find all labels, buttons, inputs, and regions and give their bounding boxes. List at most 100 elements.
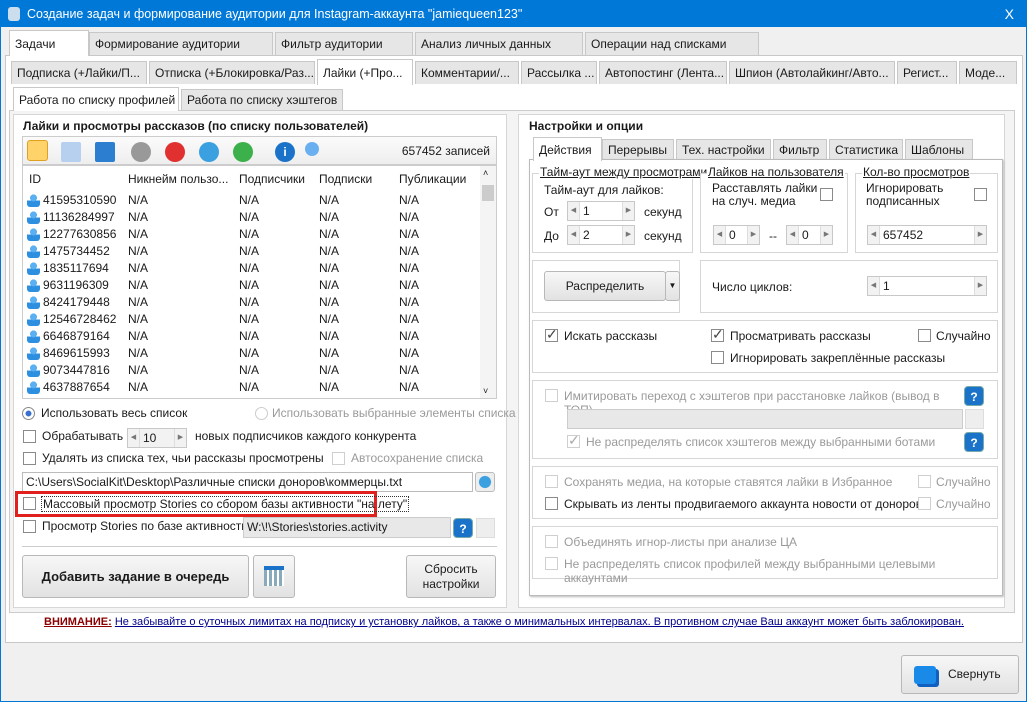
browse-icon[interactable] — [476, 518, 495, 538]
table-row[interactable]: 8424179448 N/A N/A N/A N/A — [23, 294, 483, 311]
help-icon[interactable]: ? — [453, 518, 473, 538]
no-distribute-profiles-checkbox[interactable] — [545, 557, 558, 570]
column-header[interactable]: Публикации — [399, 166, 466, 192]
sub-tab-1[interactable]: Отписка (+Блокировка/Раз... — [149, 61, 315, 84]
column-header[interactable]: Никнейм пользо... — [128, 166, 228, 192]
reload-list-icon[interactable] — [475, 472, 495, 492]
refresh-icon[interactable] — [199, 142, 219, 162]
mode-tab-1[interactable]: Работа по списку хэштегов — [181, 89, 343, 110]
hide-feed-checkbox[interactable] — [545, 497, 558, 510]
search-icon[interactable] — [305, 142, 319, 156]
reset-settings-button[interactable]: Сбросить настройки — [406, 555, 496, 598]
remove-viewed-checkbox[interactable] — [23, 452, 36, 465]
radio-use-selected[interactable] — [255, 407, 268, 420]
table-row[interactable]: 8469615993 N/A N/A N/A N/A — [23, 345, 483, 362]
check-icon[interactable] — [131, 142, 151, 162]
distribute-dropdown[interactable]: ▼ — [665, 271, 680, 301]
random-media-checkbox[interactable] — [820, 188, 833, 201]
table-row[interactable]: 9631196309 N/A N/A N/A N/A — [23, 277, 483, 294]
autosave-checkbox[interactable] — [332, 452, 345, 465]
timeout-to-stepper[interactable]: ◀ 2 ▶ — [567, 225, 635, 245]
table-row[interactable]: 6646879164 N/A N/A N/A N/A — [23, 328, 483, 345]
table-row[interactable]: 11136284997 N/A N/A N/A N/A — [23, 209, 483, 226]
table-row[interactable]: 9073447816 N/A N/A N/A N/A — [23, 362, 483, 379]
column-header[interactable]: Подписчики — [239, 166, 305, 192]
main-tab-0[interactable]: Задачи — [9, 30, 89, 56]
settings-tab-3[interactable]: Фильтр — [773, 139, 827, 160]
open-list-icon[interactable] — [61, 142, 81, 162]
table-row[interactable]: 1835117694 N/A N/A N/A N/A — [23, 260, 483, 277]
sub-tab-8[interactable]: Моде... — [959, 61, 1017, 84]
settings-tab-0[interactable]: Действия — [533, 137, 602, 161]
minimize-button[interactable]: Свернуть — [901, 655, 1019, 694]
activity-path-input[interactable]: W:\!\Stories\stories.activity — [243, 517, 451, 538]
ignore-subscribed-label: Игнорировать подписанных — [866, 181, 944, 208]
mode-tab-0[interactable]: Работа по списку профилей — [13, 87, 179, 111]
process-checkbox[interactable] — [23, 430, 36, 443]
sub-tab-5[interactable]: Автопостинг (Лента... — [599, 61, 727, 84]
view-stories-checkbox[interactable] — [711, 326, 724, 343]
ignore-pinned-checkbox[interactable] — [711, 351, 724, 364]
timeout-from-stepper[interactable]: ◀ 1 ▶ — [567, 201, 635, 221]
help-icon[interactable]: ? — [964, 386, 984, 406]
close-button[interactable]: X — [1005, 1, 1014, 27]
main-tab-3[interactable]: Анализ личных данных — [415, 32, 583, 55]
radio-use-all[interactable] — [22, 407, 35, 420]
sub-tab-7[interactable]: Регист... — [897, 61, 957, 84]
save-media-checkbox[interactable] — [545, 475, 558, 488]
table-row[interactable]: 1475734452 N/A N/A N/A N/A — [23, 243, 483, 260]
views-count-stepper[interactable]: ◀ 657452 ▶ — [867, 225, 987, 245]
settings-tab-4[interactable]: Статистика — [829, 139, 903, 160]
table-cell: N/A — [399, 380, 420, 394]
main-tab-2[interactable]: Фильтр аудитории — [275, 32, 413, 55]
info-icon[interactable]: i — [275, 142, 295, 162]
hashtags-input[interactable] — [567, 409, 963, 429]
sub-tab-4[interactable]: Рассылка ... — [521, 61, 597, 84]
ignore-subscribed-checkbox[interactable] — [974, 188, 987, 201]
table-cell: N/A — [319, 244, 340, 258]
warning-link[interactable]: Не забывайте о суточных лимитах на подпи… — [115, 616, 964, 628]
list-mode-icon[interactable] — [27, 140, 48, 161]
activity-view-checkbox[interactable] — [23, 520, 36, 533]
search-stories-checkbox[interactable] — [545, 326, 558, 343]
save-icon[interactable] — [95, 142, 115, 162]
main-tab-4[interactable]: Операции над списками — [585, 32, 759, 55]
no-distribute-hashtags-checkbox[interactable] — [567, 432, 580, 449]
column-header[interactable]: Подписки — [319, 166, 372, 192]
random-stories-checkbox[interactable] — [918, 329, 931, 342]
schedule-button[interactable] — [253, 555, 295, 598]
sub-tab-2[interactable]: Лайки (+Про... — [317, 59, 413, 85]
timeout-label: Тайм-аут для лайков: — [544, 183, 664, 197]
help-icon[interactable]: ? — [964, 432, 984, 452]
sub-tab-6[interactable]: Шпион (Автолайкинг/Авто... — [729, 61, 895, 84]
mass-view-checkbox[interactable] — [23, 497, 36, 510]
table-row[interactable]: 4637887654 N/A N/A N/A N/A — [23, 379, 483, 396]
random-save-checkbox[interactable] — [918, 475, 931, 488]
remove-icon[interactable] — [165, 142, 185, 162]
table-row[interactable]: 12546728462 N/A N/A N/A N/A — [23, 311, 483, 328]
browse-icon[interactable] — [965, 409, 984, 429]
column-header[interactable]: ID — [29, 166, 41, 192]
likes-min-stepper[interactable]: ◀ 0 ▶ — [713, 225, 760, 245]
table-cell: N/A — [399, 210, 420, 224]
settings-tab-2[interactable]: Тех. настройки — [676, 139, 771, 160]
random-hide-checkbox[interactable] — [918, 497, 931, 510]
settings-tab-5[interactable]: Шаблоны — [905, 139, 973, 160]
link-icon[interactable] — [233, 142, 253, 162]
add-task-button[interactable]: Добавить задание в очередь — [22, 555, 249, 598]
list-path-input[interactable]: C:\Users\SocialKit\Desktop\Различные спи… — [22, 472, 473, 492]
sub-tab-3[interactable]: Комментарии/... — [415, 61, 519, 84]
table-row[interactable]: 12277630856 N/A N/A N/A N/A — [23, 226, 483, 243]
distribute-button[interactable]: Распределить — [544, 271, 666, 301]
imitate-hashtags-checkbox[interactable] — [545, 389, 558, 402]
sub-tab-0[interactable]: Подписка (+Лайки/П... — [11, 61, 147, 84]
merge-ignore-checkbox[interactable] — [545, 535, 558, 548]
table-row[interactable]: 41595310590 N/A N/A N/A N/A — [23, 192, 483, 209]
cycles-stepper[interactable]: ◀ 1 ▶ — [867, 276, 987, 296]
table-cell: N/A — [128, 380, 149, 394]
process-count-stepper[interactable]: ◀ 10 ▶ — [127, 428, 187, 448]
likes-max-stepper[interactable]: ◀ 0 ▶ — [786, 225, 833, 245]
vertical-scrollbar[interactable]: ˄ ˅ — [480, 166, 496, 398]
settings-tab-1[interactable]: Перерывы — [602, 139, 674, 160]
main-tab-1[interactable]: Формирование аудитории — [89, 32, 273, 55]
